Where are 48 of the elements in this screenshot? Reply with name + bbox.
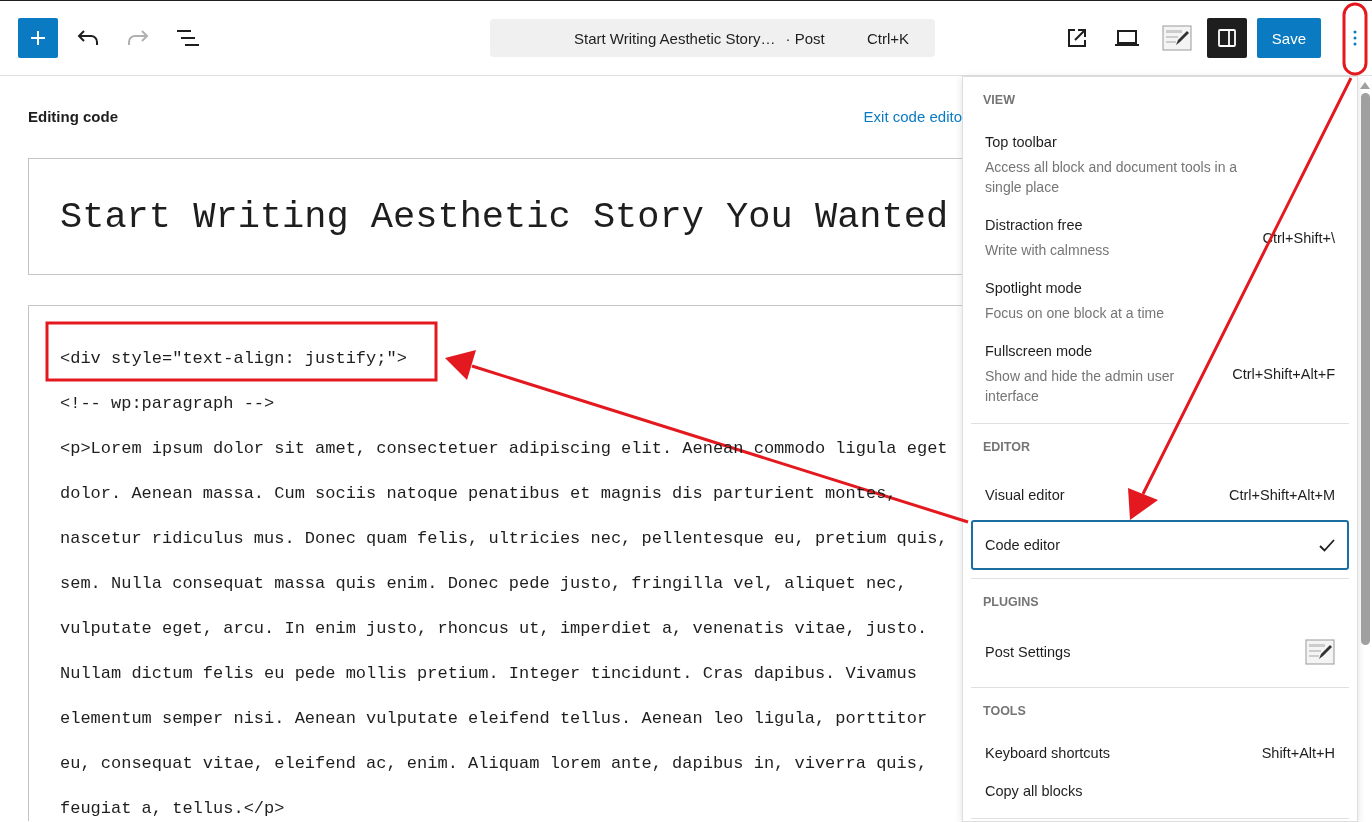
menu-section-heading: TOOLS [982, 703, 1027, 720]
menu-item-label: Top toolbar [985, 133, 1058, 152]
menu-item-label: Code editor [985, 536, 1061, 555]
menu-item-description: Access all block and document tools in a single place [985, 158, 1239, 197]
shortcut-label: Shift+Alt+H [1261, 745, 1335, 761]
redo-icon [127, 29, 149, 47]
plus-icon [28, 28, 48, 48]
menu-item[interactable]: Spotlight mode Focus on one block at a time [971, 269, 1349, 332]
menu-item-label: Visual editor [985, 486, 1066, 505]
checkmark-icon [1319, 538, 1335, 552]
save-button[interactable]: Save [1256, 18, 1321, 58]
menu-item[interactable]: Copy all blocks [971, 772, 1349, 810]
menu-item-description: Show and hide the admin user interface [985, 367, 1176, 406]
menu-item-label: Spotlight mode [985, 279, 1083, 298]
undo-icon [77, 29, 99, 47]
sidebar-icon [1216, 28, 1237, 48]
menu-item-label: Fullscreen mode [985, 342, 1094, 361]
command-palette-button[interactable]: Start Writing Aesthetic Story… · Post Ctrl+K [490, 19, 935, 57]
menu-item-description: Focus on one block at a time [985, 304, 1165, 323]
shortcut-label: Ctrl+Shift+Alt+M [1229, 487, 1335, 503]
shortcut-label: Ctrl+Shift+Alt+F [1232, 365, 1335, 382]
editing-code-label: Editing code [28, 107, 118, 125]
more-options-icon [1353, 29, 1357, 47]
external-link-icon [1065, 27, 1088, 49]
post-settings-icon [1305, 639, 1335, 665]
laptop-icon [1113, 29, 1140, 47]
menu-item-label: Post Settings [985, 643, 1072, 662]
menu-section-heading: EDITOR [982, 439, 1031, 456]
scroll-up-icon[interactable] [1360, 82, 1370, 89]
scrollbar-thumb[interactable] [1360, 93, 1370, 645]
menu-item[interactable]: Top toolbar Access all block and document tools in a single place [971, 123, 1349, 206]
menu-item[interactable]: Fullscreen mode Show and hide the admin user interface Ctrl+Shift+Alt+F [971, 332, 1349, 415]
menu-item-label: Copy all blocks [985, 782, 1084, 801]
menu-item-description: Write with calmness [985, 241, 1111, 260]
menu-section-heading: VIEW [982, 92, 1016, 109]
title-field[interactable]: Start Writing Aesthetic Story You Wanted [28, 158, 962, 275]
add-block-button[interactable] [18, 18, 58, 58]
exit-code-editor-link[interactable]: Exit code edito [863, 107, 962, 125]
menu-item[interactable]: Code editor [971, 520, 1349, 570]
menu-section-heading: PLUGINS [982, 594, 1040, 611]
menu-item-label: Distraction free [985, 216, 1084, 235]
sidebar-toggle-button[interactable] [1206, 18, 1247, 58]
menu-item[interactable]: Visual editor Ctrl+Shift+Alt+M [971, 470, 1349, 520]
menu-item[interactable]: Post Settings [971, 625, 1349, 679]
list-view-icon [176, 28, 200, 48]
post-settings-icon [1161, 25, 1192, 51]
menu-item[interactable]: Keyboard shortcuts Shift+Alt+H [971, 734, 1349, 772]
menu-item-label: Keyboard shortcuts [985, 744, 1111, 763]
